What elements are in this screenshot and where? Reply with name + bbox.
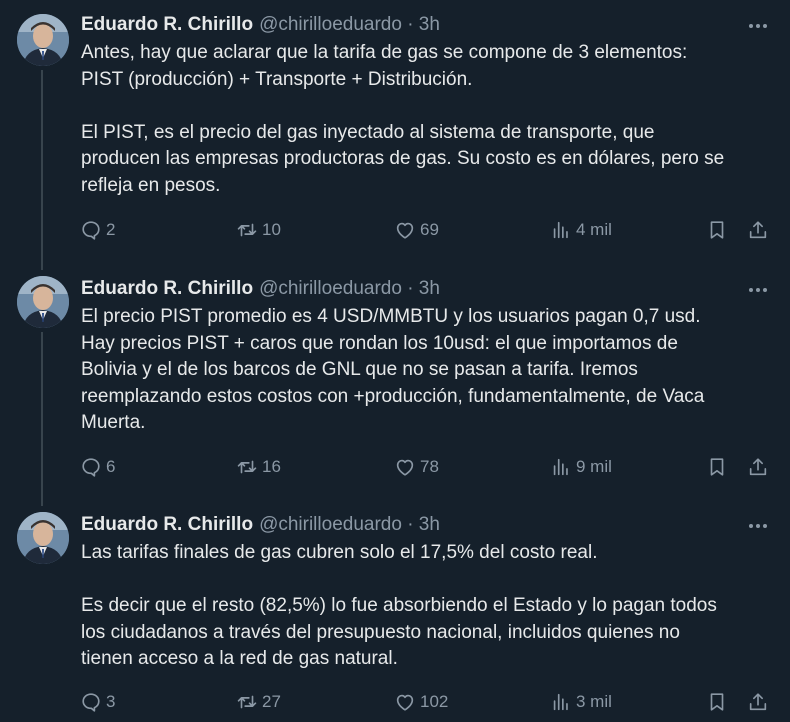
tweet-text: El precio PIST promedio es 4 USD/MMBTU y… (81, 306, 705, 433)
like-icon (396, 222, 414, 239)
views-count: 3 mil (576, 692, 612, 711)
bookmark-button[interactable] (706, 452, 728, 482)
reply-count: 2 (106, 220, 116, 239)
author-handle-time[interactable]: @chirilloeduardo · 3h (259, 514, 440, 536)
tweet-header: Eduardo R. Chirillo @chirilloeduardo · 3… (81, 276, 440, 302)
more-icon[interactable] (746, 14, 770, 38)
avatar[interactable] (17, 512, 69, 564)
retweet-icon (237, 460, 257, 474)
author-handle-time[interactable]: @chirilloeduardo · 3h (259, 278, 440, 300)
reply-count: 6 (106, 457, 116, 476)
retweet-icon (237, 223, 257, 237)
author-handle-time[interactable]: @chirilloeduardo · 3h (259, 14, 440, 36)
retweet-count: 10 (262, 220, 281, 239)
views-icon (553, 221, 568, 239)
share-button[interactable] (747, 687, 769, 717)
reply-button[interactable]: 3 (80, 687, 115, 717)
like-count: 78 (420, 457, 439, 476)
bookmark-icon (710, 693, 724, 711)
views-button[interactable]: 3 mil (550, 687, 612, 717)
tweet-text: Las tarifas finales de gas cubren solo e… (81, 542, 717, 669)
share-icon (749, 693, 767, 711)
reply-button[interactable]: 6 (80, 452, 115, 482)
tweet-actions: 2 10 69 4 mil (80, 215, 775, 245)
tweet-actions: 6 16 78 9 mil (80, 452, 775, 482)
retweet-button[interactable]: 16 (236, 452, 281, 482)
tweet-actions: 3 27 102 3 mil (80, 687, 775, 717)
more-icon[interactable] (746, 278, 770, 302)
bookmark-icon (710, 458, 724, 476)
tweet[interactable]: Eduardo R. Chirillo @chirilloeduardo · 3… (0, 512, 790, 722)
author-name[interactable]: Eduardo R. Chirillo (81, 14, 253, 36)
tweet-header: Eduardo R. Chirillo @chirilloeduardo · 3… (81, 12, 440, 38)
retweet-count: 16 (262, 457, 281, 476)
tweet-text: Antes, hay que aclarar que la tarifa de … (81, 42, 725, 196)
like-count: 102 (420, 692, 449, 711)
share-button[interactable] (747, 452, 769, 482)
views-icon (553, 693, 568, 711)
bookmark-button[interactable] (706, 215, 728, 245)
like-icon (396, 694, 414, 711)
retweet-button[interactable]: 10 (236, 215, 281, 245)
like-icon (396, 459, 414, 476)
retweet-count: 27 (262, 692, 281, 711)
like-button[interactable]: 102 (394, 687, 448, 717)
avatar[interactable] (17, 14, 69, 66)
share-icon (749, 458, 767, 476)
tweet-header: Eduardo R. Chirillo @chirilloeduardo · 3… (81, 512, 440, 538)
like-count: 69 (420, 220, 439, 239)
views-count: 9 mil (576, 457, 612, 476)
reply-icon (82, 458, 100, 477)
tweet[interactable]: Eduardo R. Chirillo @chirilloeduardo · 3… (0, 276, 790, 496)
retweet-button[interactable]: 27 (236, 687, 281, 717)
views-button[interactable]: 4 mil (550, 215, 612, 245)
views-count: 4 mil (576, 220, 612, 239)
share-button[interactable] (747, 215, 769, 245)
views-button[interactable]: 9 mil (550, 452, 612, 482)
like-button[interactable]: 69 (394, 215, 439, 245)
like-button[interactable]: 78 (394, 452, 439, 482)
reply-count: 3 (106, 692, 116, 711)
reply-icon (82, 693, 100, 712)
reply-button[interactable]: 2 (80, 215, 115, 245)
avatar[interactable] (17, 276, 69, 328)
tweet[interactable]: Eduardo R. Chirillo @chirilloeduardo · 3… (0, 12, 790, 252)
bookmark-button[interactable] (706, 687, 728, 717)
retweet-icon (237, 695, 257, 709)
author-name[interactable]: Eduardo R. Chirillo (81, 514, 253, 536)
more-icon[interactable] (746, 514, 770, 538)
bookmark-icon (710, 221, 724, 239)
views-icon (553, 458, 568, 476)
reply-icon (82, 221, 100, 240)
author-name[interactable]: Eduardo R. Chirillo (81, 278, 253, 300)
share-icon (749, 221, 767, 239)
